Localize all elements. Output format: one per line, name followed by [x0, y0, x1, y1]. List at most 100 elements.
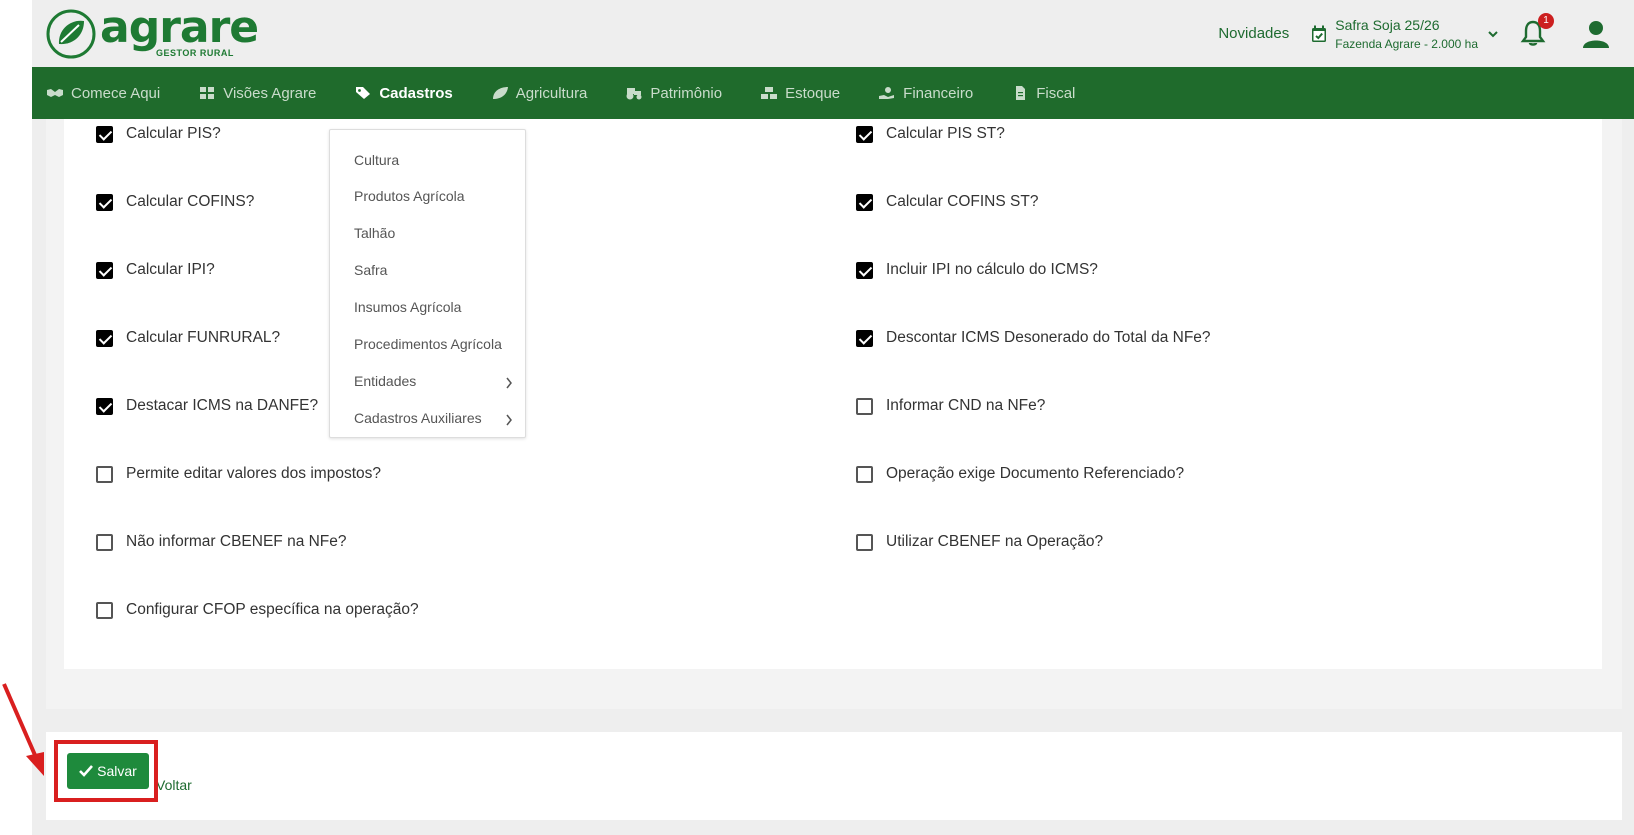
checkbox-label: Permite editar valores dos impostos?	[126, 465, 382, 482]
form-footer	[46, 732, 1622, 820]
farm-subtitle: Fazenda Agrare - 2.000 ha	[1335, 36, 1478, 51]
annotation-arrow-icon	[2, 683, 44, 776]
save-button[interactable]: Salvar	[67, 753, 149, 789]
agrare-logo[interactable]: agrare GESTOR RURAL	[46, 2, 259, 62]
top-right-area: Novidades Safra Soja 25/26 Fazenda Agrar…	[1218, 0, 1634, 67]
checkbox-label: Operação exige Documento Referenciado?	[886, 465, 1185, 482]
checkbox-icms-desonerado[interactable]: Descontar ICMS Desonerado do Total da NF…	[856, 329, 1211, 347]
nav-cadastros[interactable]: Cadastros	[354, 84, 453, 102]
tractor-icon	[626, 88, 642, 100]
checkbox-checked[interactable]	[96, 193, 113, 211]
dropdown-item-produtos-agricola[interactable]: Produtos Agrícola	[354, 188, 465, 204]
nav-label: Estoque	[785, 84, 841, 102]
checkbox-calcular-pis[interactable]: Calcular PIS?	[96, 125, 221, 143]
top-bar: agrare GESTOR RURAL Novidades Safra Soja…	[32, 0, 1634, 67]
checkbox-unchecked[interactable]	[856, 397, 873, 415]
checkbox-unchecked[interactable]	[856, 533, 873, 551]
checkbox-unchecked[interactable]	[96, 465, 113, 483]
checkbox-label: Utilizar CBENEF na Operação?	[886, 533, 1104, 550]
checkbox-label: Calcular COFINS ST?	[886, 193, 1039, 210]
novidades-link[interactable]: Novidades	[1218, 25, 1289, 42]
back-link[interactable]: Voltar	[156, 777, 192, 793]
checkbox-calcular-cofins-st[interactable]: Calcular COFINS ST?	[856, 193, 1038, 211]
safra-selector[interactable]: Safra Soja 25/26 Fazenda Agrare - 2.000 …	[1311, 17, 1498, 51]
checkbox-informar-cnd[interactable]: Informar CND na NFe?	[856, 397, 1045, 415]
checkbox-utilizar-cbenef[interactable]: Utilizar CBENEF na Operação?	[856, 533, 1103, 551]
nav-label: Cadastros	[379, 84, 453, 102]
nav-label: Financeiro	[903, 84, 974, 102]
checkbox-unchecked[interactable]	[96, 601, 113, 619]
checkbox-unchecked[interactable]	[856, 465, 873, 483]
checkbox-label: Não informar CBENEF na NFe?	[126, 533, 347, 550]
safra-title: Safra Soja 25/26	[1335, 16, 1440, 33]
checkbox-label: Incluir IPI no cálculo do ICMS?	[886, 261, 1098, 278]
cadastros-dropdown: Cultura Produtos Agrícola Talhão Safra I…	[329, 129, 526, 438]
nav-fiscal[interactable]: Fiscal	[1011, 85, 1075, 102]
user-avatar-icon	[1583, 20, 1609, 48]
checkbox-ipi-no-icms[interactable]: Incluir IPI no cálculo do ICMS?	[856, 261, 1098, 279]
notification-badge: 1	[1538, 12, 1554, 29]
hand-money-icon	[879, 87, 895, 99]
leaf-logo-icon	[46, 9, 96, 59]
checkbox-calcular-ipi[interactable]: Calcular IPI?	[96, 261, 215, 279]
dropdown-item-insumos-agricola[interactable]: Insumos Agrícola	[354, 299, 461, 315]
checkbox-checked[interactable]	[96, 397, 113, 415]
app-frame: agrare GESTOR RURAL Novidades Safra Soja…	[32, 0, 1634, 835]
checkbox-label: Descontar ICMS Desonerado do Total da NF…	[886, 329, 1211, 346]
checkbox-calcular-funrural[interactable]: Calcular FUNRURAL?	[96, 329, 280, 347]
checkbox-checked[interactable]	[96, 125, 113, 143]
checkbox-checked[interactable]	[856, 125, 873, 143]
logo-text: agrare GESTOR RURAL	[100, 2, 259, 62]
check-icon	[79, 765, 94, 777]
nav-comece-aqui[interactable]: Comece Aqui	[46, 85, 160, 102]
user-menu[interactable]	[1580, 18, 1612, 50]
checkbox-label: Calcular COFINS?	[126, 193, 255, 210]
notifications-button[interactable]: 1	[1520, 12, 1554, 49]
checkbox-checked[interactable]	[856, 193, 873, 211]
tag-icon	[356, 87, 371, 99]
calendar-check-icon	[1312, 25, 1327, 42]
nav-agricultura[interactable]: Agricultura	[491, 85, 587, 102]
checkbox-destacar-icms[interactable]: Destacar ICMS na DANFE?	[96, 397, 318, 415]
dropdown-item-safra[interactable]: Safra	[354, 262, 387, 278]
handshake-icon	[47, 89, 63, 97]
nav-label: Visões Agrare	[223, 84, 317, 102]
checkbox-label: Destacar ICMS na DANFE?	[126, 397, 319, 414]
checkbox-calcular-cofins[interactable]: Calcular COFINS?	[96, 193, 254, 211]
dropdown-item-cadastros-auxiliares[interactable]: Cadastros Auxiliares	[354, 410, 482, 426]
save-label: Salvar	[97, 763, 137, 779]
nav-visoes-agrare[interactable]: Visões Agrare	[198, 85, 316, 102]
form-card	[64, 119, 1602, 669]
checkbox-label: Informar CND na NFe?	[886, 397, 1046, 414]
nav-financeiro[interactable]: Financeiro	[878, 85, 973, 102]
checkbox-unchecked[interactable]	[96, 533, 113, 551]
checkbox-cfop-especifica[interactable]: Configurar CFOP específica na operação?	[96, 601, 419, 619]
nav-patrimonio[interactable]: Patrimônio	[625, 85, 722, 102]
checkbox-documento-referenciado[interactable]: Operação exige Documento Referenciado?	[856, 465, 1184, 483]
dropdown-item-entidades[interactable]: Entidades	[354, 373, 416, 389]
chevron-right-icon	[506, 414, 512, 426]
boxes-icon	[761, 87, 778, 99]
nav-estoque[interactable]: Estoque	[760, 85, 840, 102]
dropdown-item-procedimentos-agricola[interactable]: Procedimentos Agrícola	[354, 336, 502, 352]
checkbox-checked[interactable]	[856, 261, 873, 279]
checkbox-label: Calcular PIS ST?	[886, 125, 1005, 142]
checkbox-calcular-pis-st[interactable]: Calcular PIS ST?	[856, 125, 1005, 143]
checkbox-nao-informar-cbenef[interactable]: Não informar CBENEF na NFe?	[96, 533, 347, 551]
nav-label: Patrimônio	[650, 84, 723, 102]
main-nav: Comece Aqui Visões Agrare Cadastros Agri…	[32, 67, 1634, 119]
file-icon	[1016, 86, 1026, 100]
chevron-down-icon	[1488, 30, 1498, 37]
checkbox-checked[interactable]	[96, 261, 113, 279]
leaf-icon	[492, 87, 508, 99]
checkbox-label: Calcular FUNRURAL?	[126, 329, 281, 346]
dropdown-item-talhao[interactable]: Talhão	[354, 225, 395, 241]
logo-word: agrare	[100, 2, 259, 53]
dropdown-item-cultura[interactable]: Cultura	[354, 152, 399, 168]
checkbox-editar-impostos[interactable]: Permite editar valores dos impostos?	[96, 465, 381, 483]
checkbox-checked[interactable]	[856, 329, 873, 347]
dashboard-icon	[200, 87, 215, 99]
checkbox-checked[interactable]	[96, 329, 113, 347]
checkbox-label: Calcular PIS?	[126, 125, 221, 142]
logo-subtitle: GESTOR RURAL	[156, 48, 234, 58]
